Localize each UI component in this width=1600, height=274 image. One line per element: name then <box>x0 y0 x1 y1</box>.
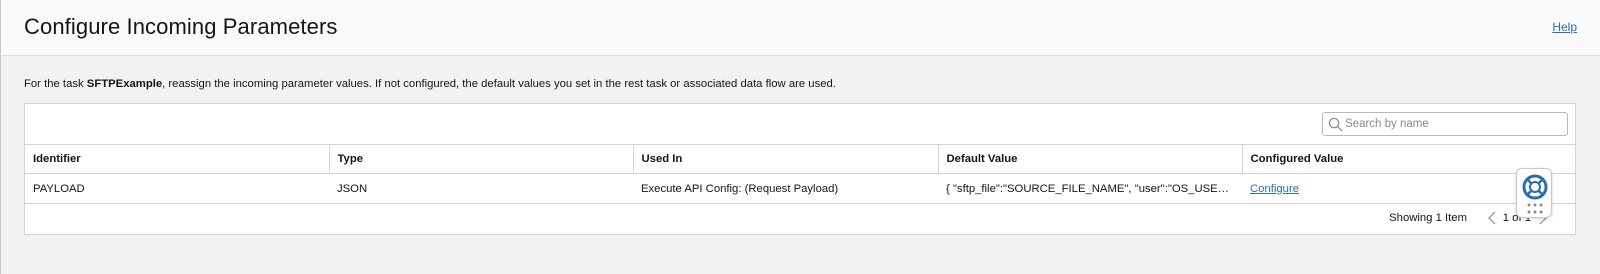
search-icon <box>1328 117 1343 132</box>
column-header-default-value[interactable]: Default Value <box>938 144 1243 174</box>
description-suffix: , reassign the incoming parameter values… <box>162 78 836 90</box>
lifebuoy-icon <box>1522 174 1548 200</box>
help-link[interactable]: Help <box>1552 20 1577 34</box>
item-count: Showing 1 Item <box>1389 212 1467 224</box>
configure-link[interactable]: Configure <box>1250 183 1299 195</box>
table-row[interactable]: PAYLOAD JSON Execute API Config: (Reques… <box>25 173 1575 204</box>
column-header-type[interactable]: Type <box>329 144 634 174</box>
column-header-used-in[interactable]: Used In <box>633 144 939 174</box>
column-header-identifier[interactable]: Identifier <box>25 144 330 174</box>
table-header-row: Identifier Type Used In Default Value Co… <box>25 144 1575 174</box>
description-prefix: For the task <box>24 78 87 90</box>
support-widget[interactable] <box>1516 168 1552 218</box>
cell-default-value: { "sftp_file":"SOURCE_FILE_NAME", "user"… <box>938 173 1242 204</box>
search-box[interactable] <box>1322 112 1568 136</box>
parameters-table: Identifier Type Used In Default Value Co… <box>25 144 1575 204</box>
task-name: SFTPExample <box>86 78 163 90</box>
cell-used-in: Execute API Config: (Request Payload) <box>633 173 938 204</box>
main-content: For the task SFTPExample, reassign the i… <box>0 56 1600 274</box>
parameters-panel: Identifier Type Used In Default Value Co… <box>24 103 1576 235</box>
page-title: Configure Incoming Parameters <box>24 14 338 39</box>
chevron-left-icon[interactable] <box>1486 210 1500 226</box>
cell-type: JSON <box>329 173 633 204</box>
grip-icon[interactable] <box>1527 203 1543 215</box>
table-footer: Showing 1 Item 1 of 1 <box>25 204 1575 234</box>
task-description: For the task SFTPExample, reassign the i… <box>24 78 836 90</box>
page-header: Configure Incoming Parameters Help <box>0 0 1600 56</box>
search-input[interactable] <box>1345 116 1563 132</box>
cell-identifier: PAYLOAD <box>25 173 329 204</box>
